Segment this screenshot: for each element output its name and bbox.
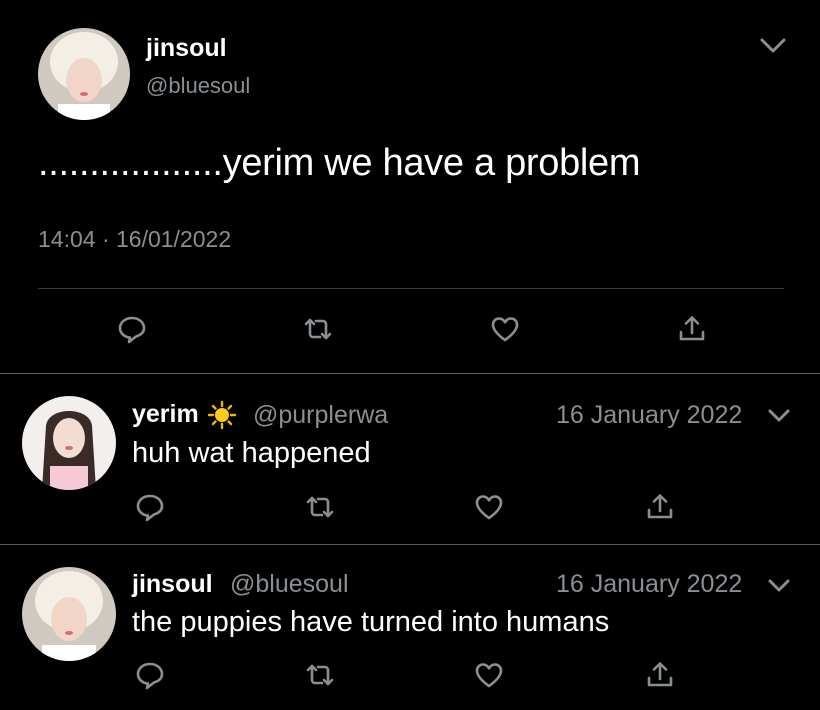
avatar[interactable] bbox=[22, 396, 116, 490]
retweet-icon[interactable] bbox=[303, 314, 333, 344]
tweet-date[interactable]: 16 January 2022 bbox=[556, 570, 742, 599]
handle[interactable]: @purplerwa bbox=[253, 401, 388, 430]
avatar[interactable] bbox=[22, 567, 116, 661]
tweet-text: ..................yerim we have a proble… bbox=[38, 142, 641, 184]
section-divider bbox=[0, 544, 820, 545]
like-icon[interactable] bbox=[474, 660, 504, 690]
sun-emoji-icon bbox=[207, 400, 237, 430]
like-icon[interactable] bbox=[490, 314, 520, 344]
share-icon[interactable] bbox=[677, 314, 707, 344]
share-icon[interactable] bbox=[645, 660, 675, 690]
avatar[interactable] bbox=[38, 28, 130, 120]
handle[interactable]: @bluesoul bbox=[146, 73, 250, 99]
reply-icon[interactable] bbox=[135, 660, 165, 690]
like-icon[interactable] bbox=[474, 492, 504, 522]
section-divider bbox=[0, 373, 820, 374]
chevron-down-icon[interactable] bbox=[766, 572, 792, 598]
divider bbox=[38, 288, 784, 289]
display-name[interactable]: jinsoul bbox=[146, 34, 227, 63]
chevron-down-icon[interactable] bbox=[758, 30, 788, 60]
display-name[interactable]: jinsoul bbox=[132, 570, 213, 599]
reply-icon[interactable] bbox=[135, 492, 165, 522]
reply-icon[interactable] bbox=[117, 314, 147, 344]
display-name[interactable]: yerim bbox=[132, 400, 199, 429]
retweet-icon[interactable] bbox=[305, 660, 335, 690]
handle[interactable]: @bluesoul bbox=[230, 570, 349, 599]
chevron-down-icon[interactable] bbox=[766, 402, 792, 428]
timestamp[interactable]: 14:04 · 16/01/2022 bbox=[38, 226, 231, 253]
tweet-date[interactable]: 16 January 2022 bbox=[556, 401, 742, 430]
tweet-text: huh wat happened bbox=[132, 437, 371, 469]
retweet-icon[interactable] bbox=[305, 492, 335, 522]
share-icon[interactable] bbox=[645, 492, 675, 522]
tweet-text: the puppies have turned into humans bbox=[132, 606, 610, 638]
